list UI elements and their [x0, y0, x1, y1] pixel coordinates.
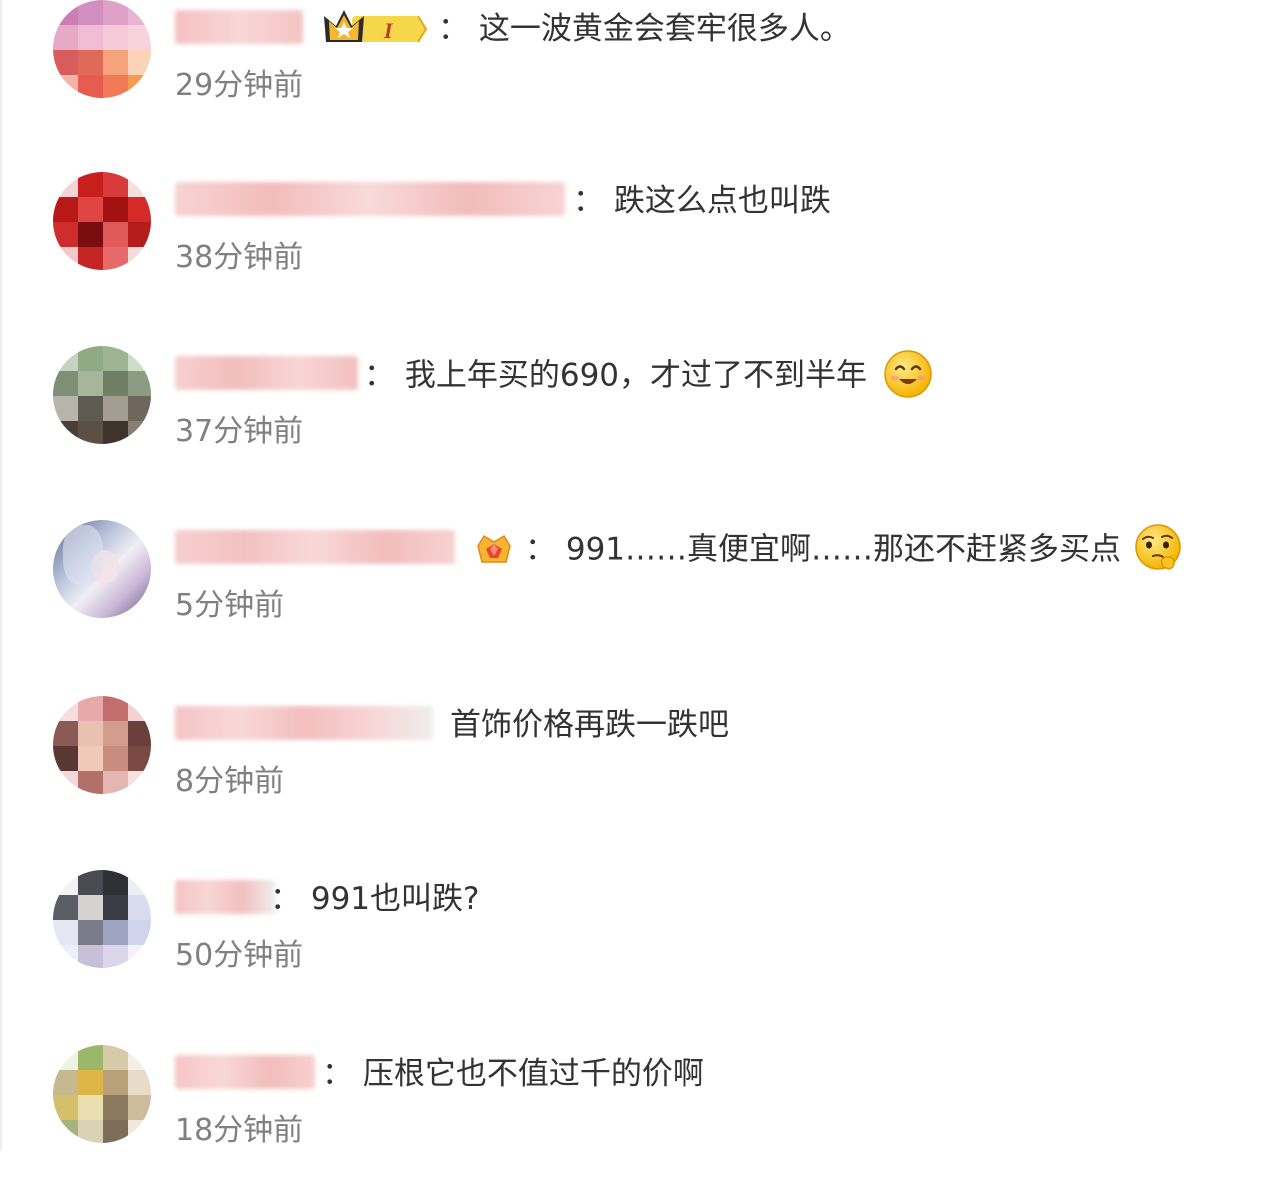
gem-crown-badge[interactable]: [474, 532, 514, 566]
timestamp: 29分钟前: [175, 68, 304, 103]
timestamp: 8分钟前: [175, 764, 285, 799]
smile-emoji-icon: [884, 350, 932, 398]
username-blurred[interactable]: [175, 182, 565, 216]
crown-level-badge[interactable]: I: [322, 8, 428, 46]
comment-text: 991……真便宜啊……那还不赶紧多买点: [565, 531, 1122, 568]
colon: ：: [525, 531, 556, 568]
username-blurred[interactable]: [175, 10, 303, 44]
colon: ：: [573, 183, 604, 219]
avatar[interactable]: [53, 696, 151, 794]
timestamp: 50分钟前: [175, 938, 304, 973]
thinking-emoji-icon: [1135, 524, 1181, 570]
comment-text: 跌这么点也叫跌: [613, 183, 831, 219]
comment-item: ： 跌这么点也叫跌 38分钟前: [0, 172, 1280, 322]
username-blurred[interactable]: [175, 530, 455, 564]
username-blurred[interactable]: [175, 706, 433, 740]
comment-item: ： 991也叫跌? 50分钟前: [0, 870, 1280, 1020]
timestamp: 38分钟前: [175, 240, 304, 275]
comment-text: 991也叫跌?: [310, 881, 480, 917]
username-blurred[interactable]: [175, 356, 358, 390]
timestamp: 18分钟前: [175, 1113, 304, 1148]
colon: ：: [364, 357, 395, 394]
timestamp: 5分钟前: [175, 588, 285, 623]
comment-item: I ： 这一波黄金会套牢很多人。 29分钟前: [0, 0, 1280, 150]
colon: ：: [438, 11, 469, 47]
username-blurred[interactable]: [175, 880, 275, 914]
colon: ：: [270, 881, 301, 917]
avatar[interactable]: [53, 172, 151, 270]
avatar[interactable]: [53, 870, 151, 968]
comment-text: 我上年买的690，才过了不到半年: [404, 357, 868, 394]
avatar[interactable]: [53, 0, 151, 98]
svg-text:I: I: [383, 18, 394, 43]
avatar[interactable]: [53, 520, 151, 618]
comment-text: 首饰价格再跌一跌吧: [450, 707, 729, 743]
avatar[interactable]: [53, 1045, 151, 1143]
comment-item: ： 我上年买的690，才过了不到半年 37分钟前: [0, 346, 1280, 496]
comment-item: ： 991……真便宜啊……那还不赶紧多买点 5分钟前: [0, 520, 1280, 670]
comment-text: 压根它也不值过千的价啊: [362, 1056, 704, 1092]
colon: ：: [322, 1056, 353, 1092]
username-blurred[interactable]: [175, 1055, 315, 1089]
avatar[interactable]: [53, 346, 151, 444]
comment-item: 首饰价格再跌一跌吧 8分钟前: [0, 696, 1280, 846]
comment-text: 这一波黄金会套牢很多人。: [478, 11, 851, 47]
timestamp: 37分钟前: [175, 414, 304, 449]
comment-item: ： 压根它也不值过千的价啊 18分钟前: [0, 1045, 1280, 1195]
